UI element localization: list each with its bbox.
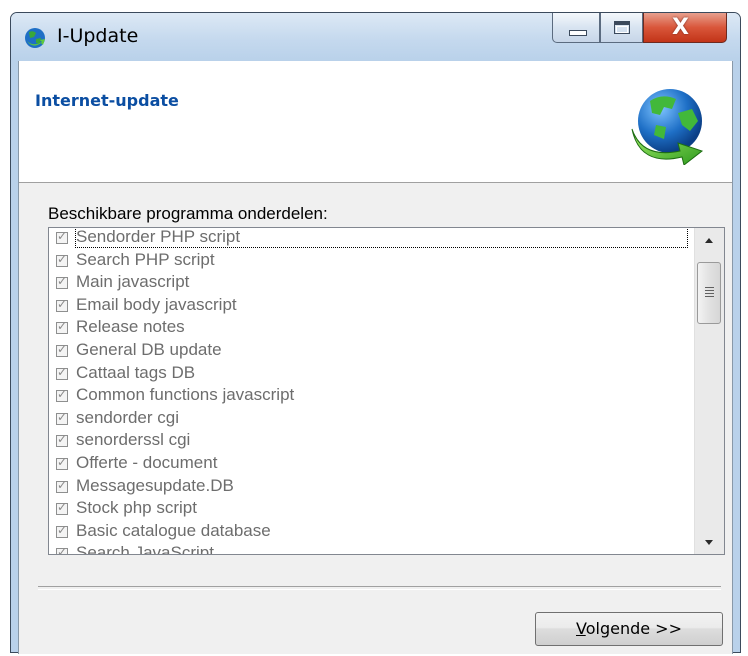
title-bar[interactable]: I-Update X (11, 13, 740, 61)
header-title: Internet-update (35, 91, 179, 110)
checkbox[interactable] (56, 319, 68, 335)
available-components-label: Beschikbare programma onderdelen: (48, 204, 328, 223)
scroll-up-button[interactable] (695, 228, 724, 252)
checkbox[interactable] (56, 229, 68, 244)
close-button[interactable]: X (643, 13, 727, 43)
checklist-item-label: Email body javascript (76, 294, 237, 314)
next-button-mnemonic: V (576, 619, 586, 638)
checklist-item[interactable]: Release notes (49, 317, 694, 341)
scrollbar-thumb[interactable] (697, 262, 721, 324)
maximize-button[interactable] (600, 13, 643, 43)
checklist-item-label: Main javascript (76, 272, 190, 292)
checklist-item-label: Sendorder PHP script (75, 228, 688, 248)
globe-update-icon (631, 89, 704, 165)
checklist-item[interactable]: Email body javascript (49, 294, 694, 319)
checklist-item[interactable]: Messagesupdate.DB (49, 475, 694, 500)
next-button[interactable]: Volgende >> (535, 612, 723, 646)
checklist-item[interactable]: Stock php script (49, 498, 694, 522)
scroll-down-button[interactable] (695, 530, 724, 554)
checklist-item-label: General DB update (76, 339, 222, 359)
checkbox[interactable] (56, 297, 68, 312)
checklist-item[interactable]: Cattaal tags DB (49, 362, 694, 387)
app-globe-icon (25, 28, 45, 48)
checklist-item[interactable]: Basic catalogue database (49, 520, 694, 545)
checklist-item-label: sendorder cgi (76, 407, 180, 427)
checklist-rows: Sendorder PHP scriptSearch PHP script Mai… (49, 228, 694, 555)
next-button-label: olgende >> (585, 619, 682, 638)
checklist-item[interactable]: Search PHP script (49, 249, 694, 274)
checkbox[interactable] (56, 274, 68, 290)
checkbox[interactable] (56, 432, 68, 448)
checklist-item-label: Stock php script (76, 498, 197, 518)
checklist-item[interactable]: senorderssl cgi (49, 430, 694, 454)
divider (38, 586, 721, 590)
header-panel: Internet-update (19, 61, 732, 183)
window: I-Update X Internet-update Beschikbare p… (10, 12, 741, 654)
minimize-button[interactable] (552, 13, 600, 43)
checklist-item-label: Messagesupdate.DB (76, 475, 234, 495)
minimize-icon (569, 30, 587, 36)
checklist-item-label: Release notes (76, 317, 185, 337)
arrow-up-icon (705, 238, 713, 243)
checklist-item[interactable]: Search JavaScript (49, 543, 694, 555)
dialog-body: Internet-update Beschikbare programma on… (18, 61, 733, 654)
vertical-scrollbar[interactable] (694, 228, 724, 554)
checklist-item-label: Cattaal tags DB (76, 362, 196, 382)
checklist-item[interactable]: Common functions javascript (49, 385, 694, 409)
checkbox[interactable] (56, 545, 68, 554)
checkbox[interactable] (56, 500, 68, 516)
checklist-item-label: Basic catalogue database (76, 520, 271, 540)
checklist-item-label: Search JavaScript (76, 543, 214, 555)
checkbox[interactable] (56, 523, 68, 538)
grip-icon (705, 287, 714, 297)
checklist-item-label: Offerte - document (76, 452, 218, 472)
checklist-item[interactable]: sendorder cgi (49, 407, 694, 432)
maximize-icon (614, 21, 630, 34)
checkbox[interactable] (56, 410, 68, 425)
checkbox[interactable] (56, 365, 68, 380)
components-checklist[interactable]: Sendorder PHP scriptSearch PHP script Mai… (48, 227, 725, 555)
window-title: I-Update (57, 25, 139, 47)
checklist-item[interactable]: Offerte - document (49, 452, 694, 477)
checklist-item-label: Common functions javascript (76, 385, 295, 405)
checklist-item-label: Search PHP script (76, 249, 215, 269)
checklist-item[interactable]: Main javascript (49, 272, 694, 296)
checkbox[interactable] (56, 478, 68, 493)
checklist-item[interactable]: Sendorder PHP script (49, 228, 694, 251)
checkbox[interactable] (56, 387, 68, 403)
arrow-down-icon (705, 540, 713, 545)
checklist-item[interactable]: General DB update (49, 339, 694, 364)
checkbox[interactable] (56, 342, 68, 357)
checkbox[interactable] (56, 455, 68, 470)
checkbox[interactable] (56, 252, 68, 267)
close-icon: X (672, 15, 689, 40)
checklist-item-label: senorderssl cgi (76, 430, 191, 450)
